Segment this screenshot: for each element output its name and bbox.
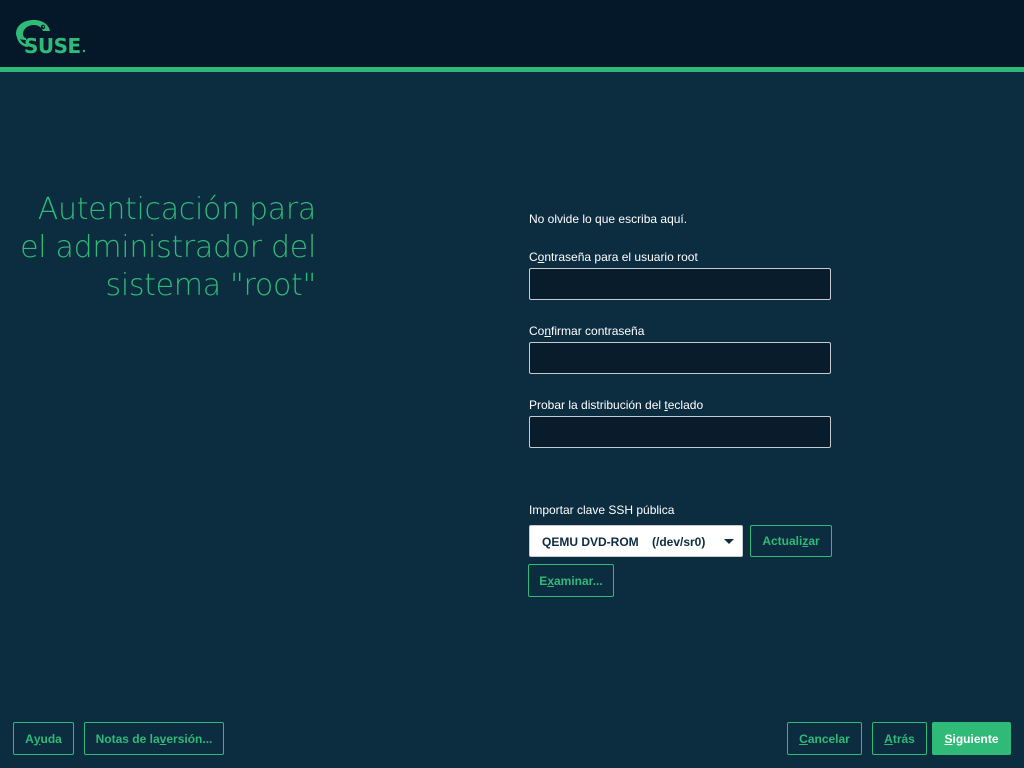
ssh-device-select[interactable]: QEMU DVD-ROM (/dev/sr0) <box>529 525 743 557</box>
keyboard-test-input[interactable] <box>529 416 831 448</box>
release-notes-button[interactable]: Notas de la v ersión... <box>84 722 224 755</box>
password-input[interactable] <box>529 268 831 300</box>
ssh-device-selected: QEMU DVD-ROM (/dev/sr0) <box>542 535 706 549</box>
cancel-button[interactable]: Cancelar <box>787 722 862 755</box>
help-button[interactable]: Ay uda <box>13 722 74 755</box>
ssh-import-label: Importar clave SSH pública <box>529 503 675 517</box>
back-button[interactable]: Atrás <box>872 722 927 755</box>
next-button[interactable]: Siguiente <box>932 722 1011 755</box>
hint-text: No olvide lo que escriba aquí. <box>529 212 688 226</box>
suse-logo: SUSE <box>16 20 86 56</box>
header-bar: SUSE <box>0 0 1024 67</box>
keyboard-test-label: Probar la distribución del teclado <box>529 398 704 412</box>
confirm-password-label: Confirmar contraseña <box>529 324 645 338</box>
header-accent-line <box>0 67 1024 72</box>
confirm-password-input[interactable] <box>529 342 831 374</box>
chevron-down-icon <box>724 539 734 544</box>
browse-button[interactable]: Ex aminar... <box>528 564 614 597</box>
password-label: Contraseña para el usuario root <box>529 250 698 264</box>
refresh-button[interactable]: Actuali z ar <box>750 525 832 557</box>
logo-wordmark: SUSE <box>24 34 81 56</box>
page-title: Autenticación para el administrador del … <box>20 192 316 303</box>
